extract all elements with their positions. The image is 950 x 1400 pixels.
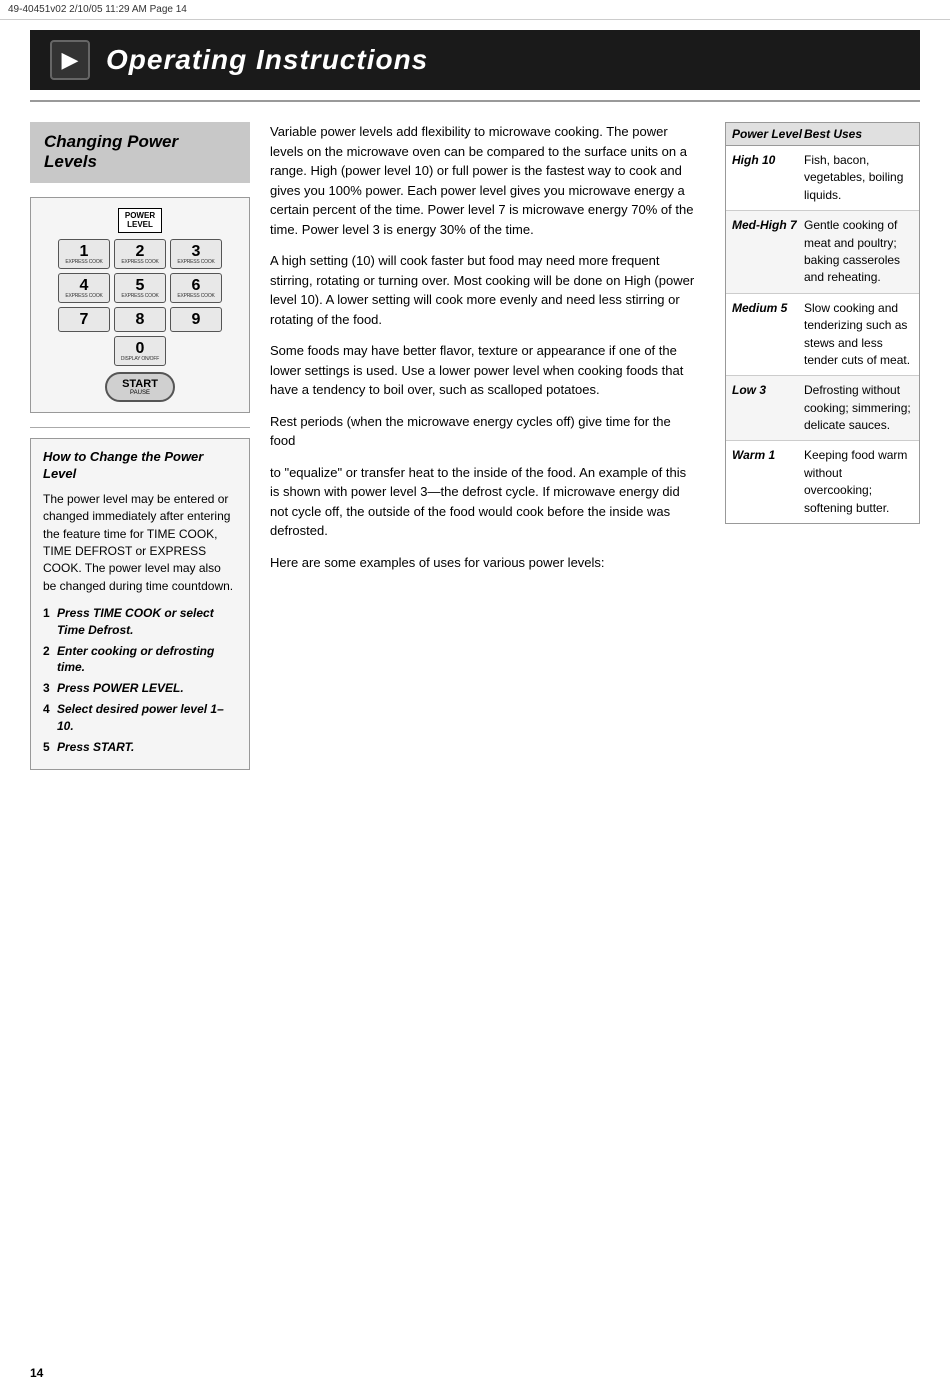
how-to-title: How to Change the Power Level: [43, 449, 237, 483]
step-4: 4 Select desired power level 1–10.: [43, 701, 237, 735]
power-level-table: Power Level Best Uses High 10 Fish, baco…: [725, 122, 920, 524]
key-7[interactable]: 7: [58, 307, 110, 332]
key-3[interactable]: 3EXPRESS COOK: [170, 239, 222, 269]
main-para-2: A high setting (10) will cook faster but…: [270, 251, 695, 329]
table-row: Low 3 Defrosting without cooking; simmer…: [726, 376, 919, 441]
left-column: Changing Power Levels POWERLEVEL 1EXPRES…: [30, 122, 250, 770]
main-para-1: Variable power levels add flexibility to…: [270, 122, 695, 239]
row-level-3: Low 3: [732, 382, 804, 399]
top-metadata-bar: 49-40451v02 2/10/05 11:29 AM Page 14: [0, 0, 950, 20]
main-para-6: Here are some examples of uses for vario…: [270, 553, 695, 573]
row-level-4: Warm 1: [732, 447, 804, 464]
header-divider: [30, 100, 920, 102]
page-title: Operating Instructions: [106, 44, 428, 76]
header-banner: ▶ Operating Instructions: [30, 30, 920, 90]
section-divider: [30, 427, 250, 428]
col-uses-header: Best Uses: [804, 127, 862, 141]
how-to-description: The power level may be entered or change…: [43, 491, 237, 595]
arrow-icon: ▶: [62, 47, 79, 73]
key-4[interactable]: 4EXPRESS COOK: [58, 273, 110, 303]
right-column: Power Level Best Uses High 10 Fish, baco…: [725, 122, 920, 770]
header-icon: ▶: [50, 40, 90, 80]
row-uses-0: Fish, bacon, vegetables, boiling liquids…: [804, 152, 913, 204]
key-0[interactable]: 0DISPLAY ON/OFF: [114, 336, 166, 366]
keypad-grid: 1EXPRESS COOK 2EXPRESS COOK 3EXPRESS COO…: [58, 239, 222, 332]
start-button[interactable]: START PAUSE: [105, 372, 175, 402]
key-8[interactable]: 8: [114, 307, 166, 332]
key-9[interactable]: 9: [170, 307, 222, 332]
table-row: High 10 Fish, bacon, vegetables, boiling…: [726, 146, 919, 211]
main-para-5: to "equalize" or transfer heat to the in…: [270, 463, 695, 541]
metadata-text: 49-40451v02 2/10/05 11:29 AM Page 14: [8, 4, 187, 15]
main-content: Changing Power Levels POWERLEVEL 1EXPRES…: [30, 122, 920, 770]
table-row: Medium 5 Slow cooking and tenderizing su…: [726, 294, 919, 377]
table-row: Med-High 7 Gentle cooking of meat and po…: [726, 211, 919, 294]
power-table-body: High 10 Fish, bacon, vegetables, boiling…: [726, 146, 919, 523]
key-2[interactable]: 2EXPRESS COOK: [114, 239, 166, 269]
section-title: Changing Power Levels: [44, 132, 236, 173]
middle-column: Variable power levels add flexibility to…: [270, 122, 705, 770]
power-level-label: POWERLEVEL: [118, 208, 162, 233]
step-3: 3 Press POWER LEVEL.: [43, 680, 237, 697]
row-level-1: Med-High 7: [732, 217, 804, 234]
row-uses-2: Slow cooking and tenderizing such as ste…: [804, 300, 913, 370]
key-5[interactable]: 5EXPRESS COOK: [114, 273, 166, 303]
main-para-4: Rest periods (when the microwave energy …: [270, 412, 695, 451]
keypad-diagram: POWERLEVEL 1EXPRESS COOK 2EXPRESS COOK 3…: [30, 197, 250, 413]
step-1: 1 Press TIME COOK or select Time Defrost…: [43, 605, 237, 639]
page-number: 14: [30, 1366, 43, 1380]
row-uses-4: Keeping food warm without overcooking; s…: [804, 447, 913, 517]
table-header: Power Level Best Uses: [726, 123, 919, 146]
steps-list: 1 Press TIME COOK or select Time Defrost…: [43, 605, 237, 755]
row-uses-3: Defrosting without cooking; simmering; d…: [804, 382, 913, 434]
step-2: 2 Enter cooking or defrosting time.: [43, 643, 237, 677]
row-level-0: High 10: [732, 152, 804, 169]
col-level-header: Power Level: [732, 127, 804, 141]
main-para-3: Some foods may have better flavor, textu…: [270, 341, 695, 400]
row-uses-1: Gentle cooking of meat and poultry; baki…: [804, 217, 913, 287]
table-row: Warm 1 Keeping food warm without overcoo…: [726, 441, 919, 523]
key-1[interactable]: 1EXPRESS COOK: [58, 239, 110, 269]
row-level-2: Medium 5: [732, 300, 804, 317]
section-title-box: Changing Power Levels: [30, 122, 250, 183]
how-to-box: How to Change the Power Level The power …: [30, 438, 250, 771]
keypad-bottom: START PAUSE: [105, 372, 175, 402]
key-6[interactable]: 6EXPRESS COOK: [170, 273, 222, 303]
step-5: 5 Press START.: [43, 739, 237, 756]
